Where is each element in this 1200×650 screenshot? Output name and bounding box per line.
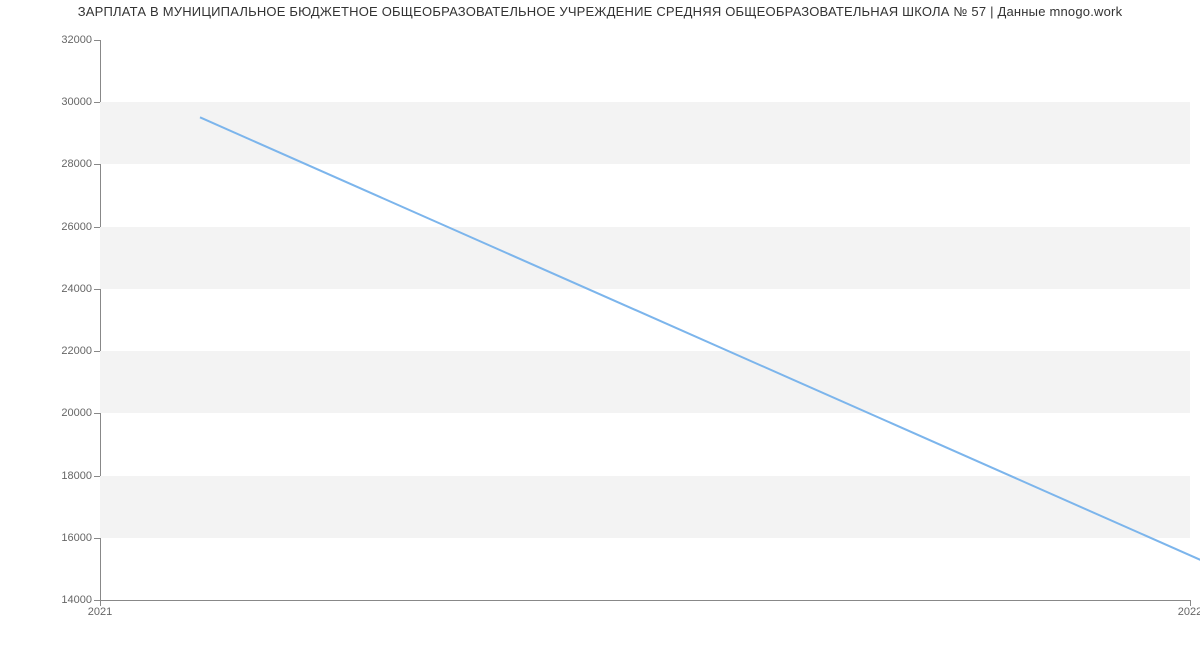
y-tick-label: 22000	[32, 345, 92, 357]
y-tick-mark	[94, 164, 100, 165]
line-layer	[200, 80, 1200, 640]
y-tick-mark	[94, 40, 100, 41]
y-tick-mark	[94, 289, 100, 290]
y-tick-label: 32000	[32, 34, 92, 46]
x-tick-label: 2021	[88, 606, 112, 618]
chart-container: ЗАРПЛАТА В МУНИЦИПАЛЬНОЕ БЮДЖЕТНОЕ ОБЩЕО…	[0, 0, 1200, 650]
y-tick-label: 26000	[32, 221, 92, 233]
y-tick-label: 30000	[32, 96, 92, 108]
y-tick-label: 24000	[32, 283, 92, 295]
y-tick-label: 16000	[32, 532, 92, 544]
series-line	[200, 117, 1200, 599]
x-tick-mark	[1190, 600, 1191, 606]
x-tick-mark	[100, 600, 101, 606]
x-tick-label: 2022	[1178, 606, 1200, 618]
y-tick-mark	[94, 351, 100, 352]
y-tick-label: 14000	[32, 594, 92, 606]
chart-title: ЗАРПЛАТА В МУНИЦИПАЛЬНОЕ БЮДЖЕТНОЕ ОБЩЕО…	[0, 4, 1200, 19]
y-tick-label: 18000	[32, 470, 92, 482]
y-tick-label: 20000	[32, 407, 92, 419]
y-tick-mark	[94, 538, 100, 539]
y-tick-mark	[94, 102, 100, 103]
plot-area	[100, 40, 1190, 600]
y-tick-mark	[94, 476, 100, 477]
y-tick-mark	[94, 227, 100, 228]
y-tick-label: 28000	[32, 158, 92, 170]
y-tick-mark	[94, 413, 100, 414]
